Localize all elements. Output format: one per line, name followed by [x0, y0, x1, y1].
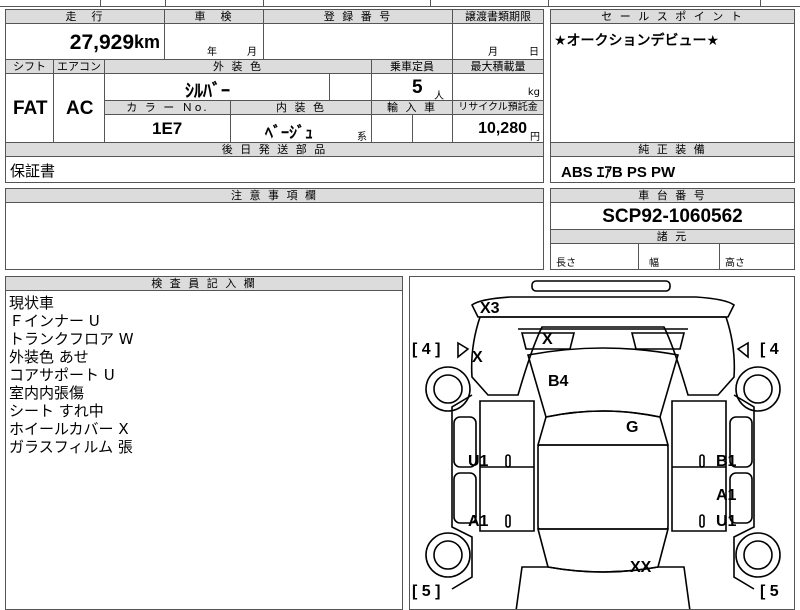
- mark-b4: B4: [548, 373, 569, 390]
- inspector-notes: 現状車 Ｆインナー U トランクフロア W 外装色 あせ コアサポート U 室内…: [9, 294, 134, 456]
- transfer-deadline-header: 譲渡書類期限: [452, 9, 544, 24]
- shift-value: FAT: [13, 98, 48, 119]
- capacity-header: 乗車定員: [371, 59, 453, 74]
- mileage-cell: 27,929 km: [5, 23, 165, 60]
- sales-point-text: ★オークションデビュー★: [554, 33, 720, 49]
- import-header: 輸 入 車: [371, 100, 453, 115]
- exterior-color-header: 外 装 色: [104, 59, 372, 74]
- mark-xx: XX: [630, 559, 652, 576]
- tire-front-left-value: 4: [421, 341, 431, 358]
- chassis-cell: SCP92-1060562: [550, 202, 795, 230]
- interior-color-value: ﾍﾞｰｼﾞｭ: [265, 125, 314, 142]
- aircon-header: エアコン: [53, 59, 105, 74]
- mark-g: G: [626, 419, 639, 436]
- registration-header: 登 録 番 号: [263, 9, 453, 24]
- caution-header: 注 意 事 項 欄: [5, 188, 544, 203]
- tire-front-left: [ 4 ]: [412, 341, 441, 358]
- inspector-cell: 現状車 Ｆインナー U トランクフロア W 外装色 あせ コアサポート U 室内…: [5, 290, 403, 610]
- spec-width-cell: 幅: [638, 243, 720, 270]
- color-no-header: カ ラ ー Ｎo.: [104, 100, 231, 115]
- mark-x-hood: X: [542, 331, 553, 348]
- color-no-cell: 1E7: [104, 114, 231, 143]
- color-no-value: 1E7: [152, 119, 183, 138]
- chassis-value: SCP92-1060562: [602, 206, 743, 227]
- inspector-header: 検 査 員 記 入 欄: [5, 276, 403, 291]
- recycle-cell: 10,280 円: [452, 114, 544, 143]
- equipment-text: ABS ｴｱB PS PW: [561, 164, 676, 181]
- max-load-unit: kg: [527, 87, 540, 98]
- capacity-cell: 5 人: [371, 73, 453, 102]
- note-line: コアサポート U: [9, 366, 115, 384]
- import-cell-b: [412, 114, 453, 143]
- equipment-cell: ABS ｴｱB PS PW: [550, 156, 795, 183]
- inspection-month: 月: [247, 47, 257, 58]
- specs-header: 諸 元: [550, 229, 795, 244]
- mark-x3: X3: [480, 300, 500, 317]
- max-load-header: 最大積載量: [452, 59, 544, 74]
- tire-rear-left: [ 5 ]: [412, 583, 441, 600]
- note-line: 室内内張傷: [9, 384, 85, 402]
- transfer-day: 日: [529, 47, 539, 58]
- tire-front-right-value: 4: [769, 341, 779, 358]
- top-strip: [0, 0, 800, 8]
- tire-front-right: [ 4: [760, 341, 779, 358]
- mark-u1-left: U1: [468, 453, 489, 470]
- mark-a1-right: A1: [716, 487, 737, 504]
- tire-rear-left-value: 5: [421, 583, 431, 600]
- note-line: 外装色 あせ: [9, 348, 89, 366]
- shipping-parts-cell: 保証書: [5, 156, 544, 183]
- note-line: Ｆインナー U: [9, 312, 100, 330]
- spec-length-label: 長さ: [556, 258, 576, 269]
- aircon-cell: AC: [53, 73, 105, 143]
- sales-point-header: セ ー ル ス ポ イ ン ト: [550, 9, 795, 24]
- import-cell-a: [371, 114, 413, 143]
- tire-rear-right-value: 5: [769, 583, 779, 600]
- shipping-parts-header: 後 日 発 送 部 品: [5, 142, 544, 157]
- inspection-header: 車 検: [164, 9, 264, 24]
- transfer-deadline-cell: 月 日: [452, 23, 544, 60]
- transfer-month: 月: [488, 47, 498, 58]
- car-outline: [425, 280, 781, 609]
- capacity-value: 5: [412, 77, 423, 98]
- shift-header: シフト: [5, 59, 54, 74]
- tire-rear-right: [ 5: [760, 583, 779, 600]
- note-line: トランクフロア W: [9, 330, 134, 348]
- registration-cell: [263, 23, 453, 60]
- mileage-unit: km: [133, 32, 160, 52]
- max-load-cell: kg: [452, 73, 544, 101]
- recycle-header: リサイクル預託金: [452, 100, 544, 115]
- shift-cell: FAT: [5, 73, 54, 143]
- sales-point-cell: ★オークションデビュー★: [550, 23, 795, 143]
- spec-height-cell: 高さ: [719, 243, 795, 270]
- mark-b1-right: B1: [716, 453, 737, 470]
- equipment-header: 純 正 装 備: [550, 142, 795, 157]
- note-line: 現状車: [9, 294, 55, 312]
- mileage-value: 27,929: [69, 31, 134, 54]
- spec-length-cell: 長さ: [550, 243, 639, 270]
- chassis-header: 車 台 番 号: [550, 188, 795, 203]
- mark-u1-right: U1: [716, 513, 737, 530]
- mark-x-front-left: X: [472, 349, 483, 366]
- car-diagram: X3 X X B4 G U1 B1 A1 U1 A1 XX [ 4 ] [ 4 …: [409, 276, 795, 610]
- interior-color-cell: ﾍﾞｰｼﾞｭ 系: [230, 114, 372, 143]
- spec-width-label: 幅: [649, 258, 659, 269]
- note-line: ガラスフィルム 張: [9, 438, 133, 456]
- recycle-value: 10,280: [478, 120, 527, 137]
- exterior-color-cell: ｼﾙﾊﾞｰ: [104, 73, 330, 101]
- mark-a1-left: A1: [468, 513, 489, 530]
- note-line: ホイールカバー X: [9, 420, 129, 438]
- note-line: シート すれ中: [9, 402, 104, 420]
- interior-color-suffix: 系: [357, 132, 367, 143]
- recycle-unit: 円: [530, 132, 540, 143]
- spec-height-label: 高さ: [725, 258, 745, 269]
- shipping-parts-text: 保証書: [10, 162, 56, 180]
- inspection-year: 年: [207, 47, 217, 58]
- mileage-header: 走 行: [5, 9, 165, 24]
- inspection-cell: 年 月: [164, 23, 264, 60]
- aircon-value: AC: [66, 98, 94, 119]
- caution-cell: [5, 202, 544, 270]
- interior-color-header: 内 装 色: [230, 100, 372, 115]
- exterior-color-extra-cell: [329, 73, 372, 101]
